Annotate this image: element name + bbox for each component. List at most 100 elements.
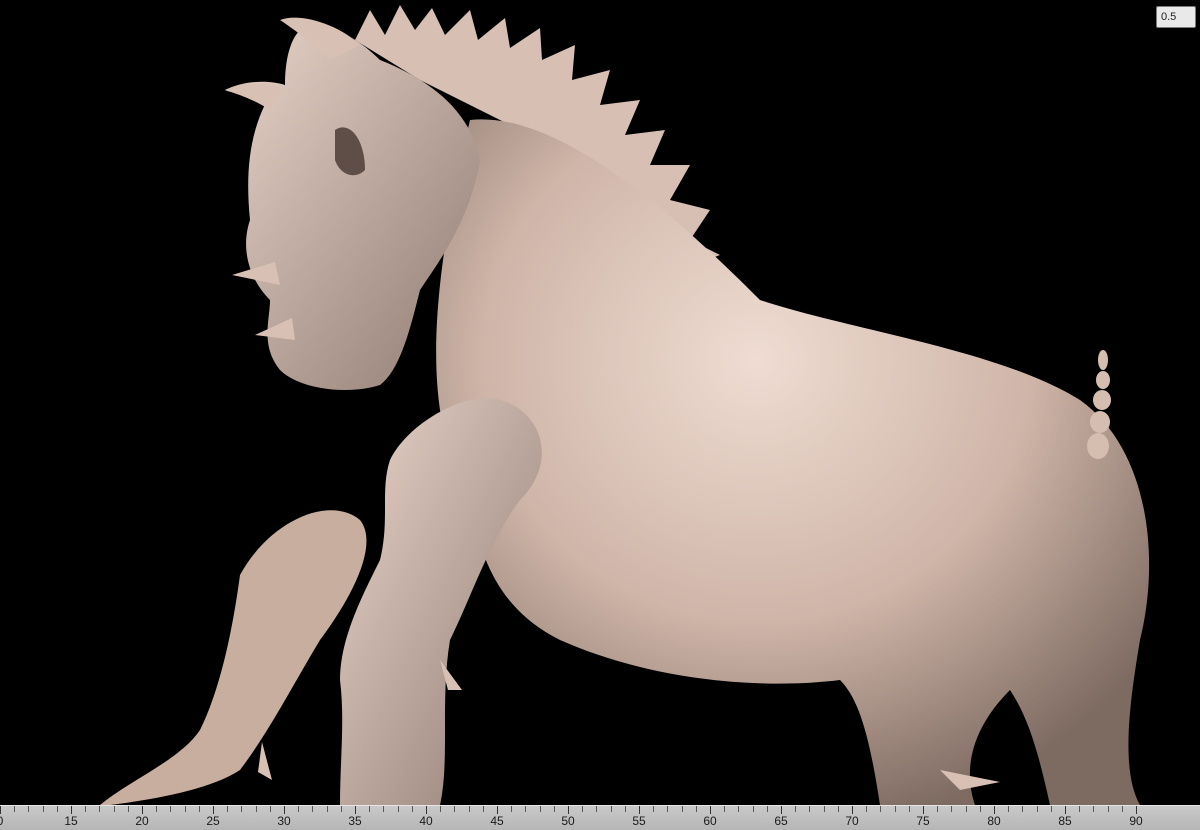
horse-model[interactable] xyxy=(0,0,1200,805)
timeline-tick xyxy=(426,806,427,814)
timeline-minor-tick xyxy=(170,806,172,812)
timeline-minor-tick xyxy=(880,806,882,812)
timeline-minor-tick xyxy=(255,806,257,812)
timeline-tick-label: 25 xyxy=(206,814,220,828)
timeline-tick xyxy=(923,806,924,814)
timeline-tick-label: 35 xyxy=(348,814,362,828)
timeline-ruler[interactable]: 0 15 20 25 30 35 40 45 50 55 60 65 70 75 80 85 90 xyxy=(0,805,1200,830)
timeline-tick xyxy=(71,806,72,814)
timeline-minor-tick xyxy=(184,806,186,812)
timeline-minor-tick xyxy=(411,806,413,812)
timeline-tick xyxy=(710,806,711,814)
timeline-minor-tick xyxy=(468,806,470,812)
timeline-tick xyxy=(639,806,640,814)
timeline-tick xyxy=(142,806,143,814)
front-leg-second xyxy=(100,510,367,805)
timeline-tick xyxy=(852,806,853,814)
timeline-minor-tick xyxy=(979,806,981,812)
timeline-minor-tick xyxy=(937,806,939,812)
timeline-minor-tick xyxy=(667,806,669,812)
timeline-tick xyxy=(213,806,214,814)
timeline-minor-tick xyxy=(766,806,768,812)
timeline-minor-tick xyxy=(1022,806,1024,812)
timeline-minor-tick xyxy=(56,806,58,812)
timeline-minor-tick xyxy=(440,806,442,812)
timeline-minor-tick xyxy=(752,806,754,812)
timeline-minor-tick xyxy=(198,806,200,812)
timeline-tick xyxy=(781,806,782,814)
timeline-minor-tick xyxy=(695,806,697,812)
3d-viewport[interactable] xyxy=(0,0,1200,805)
timeline-tick-label: 80 xyxy=(987,814,1001,828)
timeline-tick-label: 50 xyxy=(561,814,575,828)
timeline-minor-tick xyxy=(397,806,399,812)
timeline-minor-tick xyxy=(795,806,797,812)
timeline-minor-tick xyxy=(823,806,825,812)
timeline-tick xyxy=(1065,806,1066,814)
timeline-minor-tick xyxy=(85,806,87,812)
timeline-minor-tick xyxy=(894,806,896,812)
timeline-tick-label: 20 xyxy=(135,814,149,828)
timeline-minor-tick xyxy=(908,806,910,812)
timeline-tick xyxy=(568,806,569,814)
timeline-minor-tick xyxy=(113,806,115,812)
timeline-minor-tick xyxy=(1008,806,1010,812)
timeline-tick-label: 15 xyxy=(64,814,78,828)
timeline-minor-tick xyxy=(241,806,243,812)
timeline-minor-tick xyxy=(539,806,541,812)
timeline-minor-tick xyxy=(738,806,740,812)
timeline-tick-label: 30 xyxy=(277,814,291,828)
timeline-minor-tick xyxy=(596,806,598,812)
timeline-minor-tick xyxy=(482,806,484,812)
timeline-minor-tick xyxy=(582,806,584,812)
timeline-minor-tick xyxy=(965,806,967,812)
current-time-field[interactable]: 0.5 xyxy=(1156,6,1196,28)
timeline-tick xyxy=(0,806,1,814)
timeline-minor-tick xyxy=(326,806,328,812)
timeline-minor-tick xyxy=(1036,806,1038,812)
app-window: 0 15 20 25 30 35 40 45 50 55 60 65 70 75 80 85 90 0.5 xyxy=(0,0,1200,830)
timeline-minor-tick xyxy=(951,806,953,812)
timeline-minor-tick xyxy=(312,806,314,812)
timeline-minor-tick xyxy=(724,806,726,812)
timeline-minor-tick xyxy=(610,806,612,812)
tail xyxy=(1087,350,1111,459)
timeline-tick-label: 85 xyxy=(1058,814,1072,828)
timeline-minor-tick xyxy=(99,806,101,812)
timeline-minor-tick xyxy=(624,806,626,812)
timeline-tick-label: 0 xyxy=(0,814,3,828)
timeline-tick-label: 70 xyxy=(845,814,859,828)
timeline-tick-label: 40 xyxy=(419,814,433,828)
timeline-minor-tick xyxy=(511,806,513,812)
timeline-minor-tick xyxy=(1121,806,1123,812)
timeline-minor-tick xyxy=(866,806,868,812)
timeline-minor-tick xyxy=(269,806,271,812)
claw-2 xyxy=(258,742,272,780)
timeline-tick xyxy=(1136,806,1137,814)
timeline-minor-tick xyxy=(525,806,527,812)
timeline-minor-tick xyxy=(340,806,342,812)
timeline-tick xyxy=(355,806,356,814)
timeline-minor-tick xyxy=(383,806,385,812)
horse-body xyxy=(436,119,1150,805)
timeline-tick-label: 45 xyxy=(490,814,504,828)
timeline-minor-tick xyxy=(42,806,44,812)
timeline-minor-tick xyxy=(227,806,229,812)
timeline-minor-tick xyxy=(553,806,555,812)
timeline-tick-label: 60 xyxy=(703,814,717,828)
timeline-minor-tick xyxy=(1079,806,1081,812)
timeline-tick xyxy=(994,806,995,814)
timeline-minor-tick xyxy=(127,806,129,812)
timeline-minor-tick xyxy=(298,806,300,812)
timeline-minor-tick xyxy=(809,806,811,812)
timeline-minor-tick xyxy=(156,806,158,812)
timeline-minor-tick xyxy=(14,806,16,812)
timeline-minor-tick xyxy=(28,806,30,812)
timeline-minor-tick xyxy=(653,806,655,812)
timeline-tick-label: 90 xyxy=(1129,814,1143,828)
timeline-minor-tick xyxy=(1107,806,1109,812)
timeline-tick-label: 55 xyxy=(632,814,646,828)
timeline-minor-tick xyxy=(837,806,839,812)
timeline-minor-tick xyxy=(454,806,456,812)
timeline-minor-tick xyxy=(1050,806,1052,812)
